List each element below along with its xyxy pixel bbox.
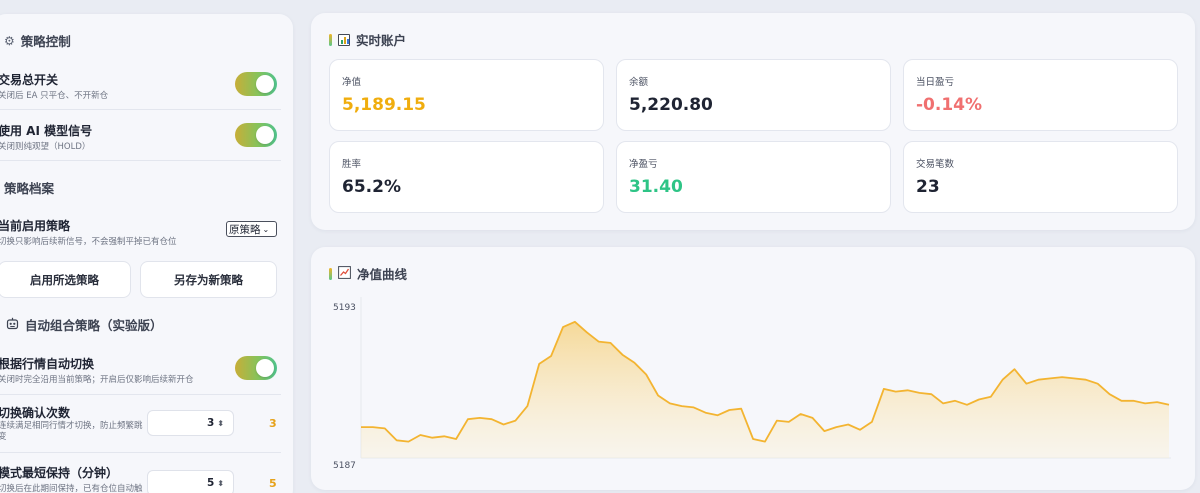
auto-switch-label: 根据行情自动切换 xyxy=(0,357,95,371)
strategy-select[interactable]: 原策略 ⌄ xyxy=(226,221,277,237)
min-hold-value: 5 xyxy=(206,477,215,489)
stat-label: 净值 xyxy=(342,77,362,88)
min-hold-label: 模式最短保持（分钟） xyxy=(0,466,119,480)
save-as-new-strategy-button[interactable]: 另存为新策略 xyxy=(140,261,277,298)
toggle-knob xyxy=(256,75,274,93)
confirm-count-desc: 连续满足相同行情才切换，防止频繁跳变 xyxy=(0,421,143,442)
section-title: 策略档案 xyxy=(4,181,55,196)
stat-value: 65.2% xyxy=(342,177,401,197)
spinner-arrows-icon[interactable]: ⬍ xyxy=(217,479,224,488)
min-hold-input[interactable]: 5 ⬍ xyxy=(147,470,234,493)
ai-signal-desc: 关闭则纯观望（HOLD） xyxy=(0,142,91,152)
auto-switch-desc: 关闭时完全沿用当前策略；开启后仅影响后续新开仓 xyxy=(0,375,194,385)
divider xyxy=(0,452,281,453)
section-title: 策略控制 xyxy=(20,34,71,49)
confirm-count-display: 3 xyxy=(269,417,277,430)
auto-switch-toggle[interactable] xyxy=(235,356,277,380)
stat-value: 5,189.15 xyxy=(342,95,426,115)
stat-trade-count: 交易笔数 23 xyxy=(903,141,1178,213)
stat-label: 余额 xyxy=(629,77,649,88)
strategy-profile-header: 策略档案 xyxy=(4,178,54,197)
stat-net-pnl: 净盈亏 31.40 xyxy=(616,141,891,213)
strategy-select-value: 原策略 xyxy=(229,223,261,236)
apply-strategy-button[interactable]: 启用所选策略 xyxy=(0,261,131,298)
min-hold-display: 5 xyxy=(269,477,277,490)
master-switch-label: 交易总开关 xyxy=(0,73,59,87)
divider xyxy=(0,394,281,395)
stat-value: 23 xyxy=(916,177,940,197)
stat-balance: 余额 5,220.80 xyxy=(616,59,891,131)
card-title: 净值曲线 xyxy=(357,267,408,282)
current-strategy-desc: 切换只影响后续新信号，不会强制平掉已有仓位 xyxy=(0,237,177,247)
stat-label: 胜率 xyxy=(342,159,362,170)
stat-equity: 净值 5,189.15 xyxy=(329,59,604,131)
stat-win-rate: 胜率 65.2% xyxy=(329,141,604,213)
master-switch-desc: 关闭后 EA 只平仓、不开新仓 xyxy=(0,91,109,101)
stat-label: 交易笔数 xyxy=(916,159,955,170)
master-switch-toggle[interactable] xyxy=(235,72,277,96)
y-tick-label: 5187 xyxy=(333,461,356,471)
stat-daily-pnl: 当日盈亏 -0.14% xyxy=(903,59,1178,131)
confirm-count-value: 3 xyxy=(206,417,215,429)
equity-chart: 5193 5187 xyxy=(333,297,1171,471)
account-card: 实时账户 净值 5,189.15 余额 5,220.80 当日盈亏 -0.14%… xyxy=(311,13,1195,230)
auto-combo-header: 自动组合策略（实验版） xyxy=(6,315,163,334)
stat-label: 当日盈亏 xyxy=(916,77,955,88)
toggle-knob xyxy=(256,359,274,377)
toggle-knob xyxy=(256,126,274,144)
robot-icon xyxy=(6,317,19,333)
stat-value: 5,220.80 xyxy=(629,95,713,115)
account-card-header: 实时账户 xyxy=(329,30,406,49)
bar-chart-icon xyxy=(338,33,350,46)
equity-area xyxy=(361,321,1169,458)
stat-label: 净盈亏 xyxy=(629,159,658,170)
equity-curve-card: 5193 5187 净值曲线 xyxy=(311,247,1195,490)
ai-signal-toggle[interactable] xyxy=(235,123,277,147)
confirm-count-input[interactable]: 3 ⬍ xyxy=(147,410,234,436)
line-chart-icon xyxy=(338,265,351,282)
gear-icon: ⚙ xyxy=(4,33,15,48)
stat-value: 31.40 xyxy=(629,177,683,197)
section-title: 自动组合策略（实验版） xyxy=(25,318,163,333)
min-hold-desc: 切换后在此期间保持，已有仓位自动触 xyxy=(0,484,143,493)
chevron-down-icon: ⌄ xyxy=(262,224,270,234)
strategy-panel: ⚙ 策略控制 交易总开关 关闭后 EA 只平仓、不开新仓 使用 AI 模型信号 … xyxy=(0,14,293,493)
stat-value: -0.14% xyxy=(916,95,983,115)
strategy-control-header: ⚙ 策略控制 xyxy=(4,31,71,50)
ai-signal-label: 使用 AI 模型信号 xyxy=(0,124,93,138)
divider xyxy=(0,109,281,110)
accent-bar xyxy=(329,33,332,46)
card-title: 实时账户 xyxy=(356,33,407,48)
equity-curve-header: 净值曲线 xyxy=(329,264,407,283)
accent-bar xyxy=(329,267,332,280)
divider xyxy=(0,160,281,161)
y-tick-label: 5193 xyxy=(333,303,356,313)
current-strategy-label: 当前启用策略 xyxy=(0,219,71,233)
confirm-count-label: 切换确认次数 xyxy=(0,406,71,420)
spinner-arrows-icon[interactable]: ⬍ xyxy=(217,419,224,428)
